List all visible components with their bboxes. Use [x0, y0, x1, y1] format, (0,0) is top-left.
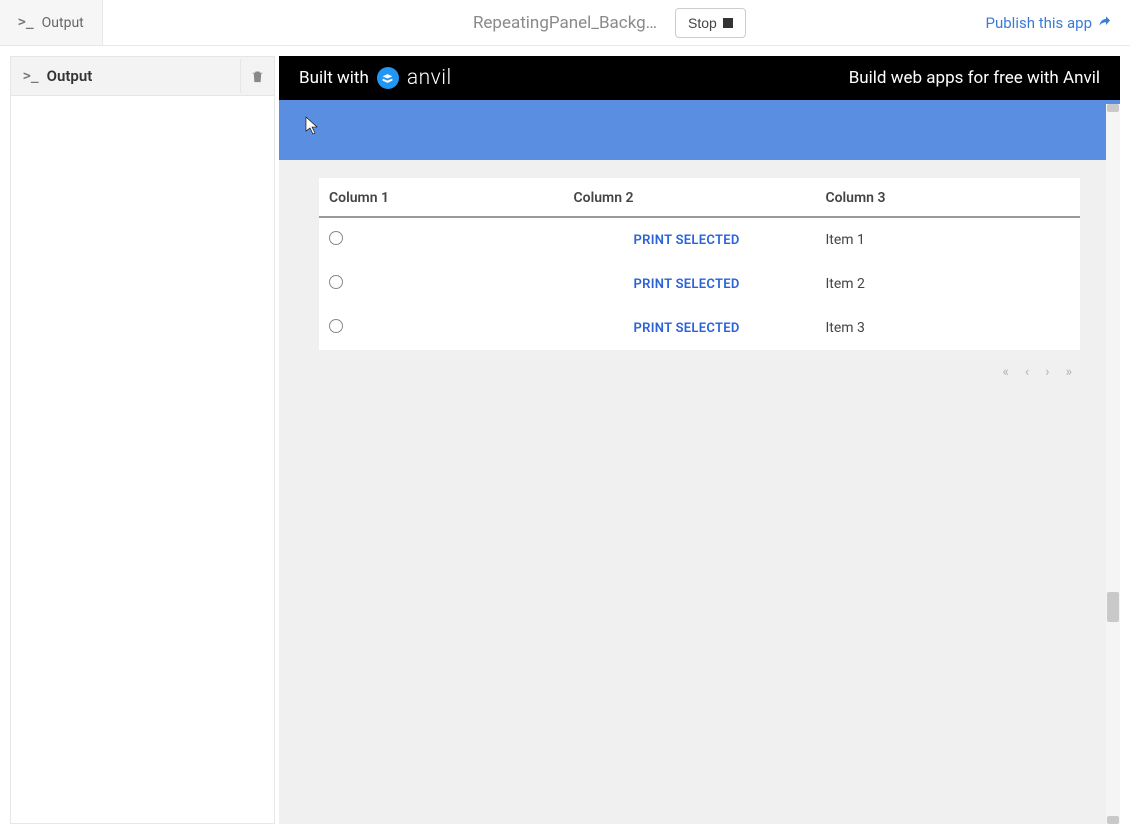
column-header-3: Column 3: [825, 190, 1070, 206]
row-item-label: Item 2: [825, 276, 1070, 292]
main-area: >_ Output Built with anvil Build web app…: [0, 46, 1130, 834]
terminal-icon: >_: [23, 69, 39, 84]
print-selected-button[interactable]: PRINT SELECTED: [634, 321, 740, 336]
table-area: Column 1 Column 2 Column 3 PRINT SELECTE…: [279, 160, 1120, 404]
table-row: PRINT SELECTED Item 1: [319, 218, 1080, 262]
app-title: RepeatingPanel_Backg…: [473, 13, 657, 33]
data-table: Column 1 Column 2 Column 3 PRINT SELECTE…: [319, 178, 1080, 350]
print-selected-button[interactable]: PRINT SELECTED: [634, 277, 740, 292]
anvil-tagline: Build web apps for free with Anvil: [849, 68, 1100, 88]
table-row: PRINT SELECTED Item 3: [319, 306, 1080, 350]
row-radio[interactable]: [329, 319, 343, 333]
output-header: >_ Output: [11, 57, 274, 96]
anvil-wordmark: anvil: [407, 66, 452, 90]
column-header-2: Column 2: [574, 190, 826, 206]
publish-link[interactable]: Publish this app: [986, 14, 1114, 32]
row-radio[interactable]: [329, 231, 343, 245]
row-radio[interactable]: [329, 275, 343, 289]
page-next-icon[interactable]: ›: [1045, 364, 1049, 380]
stop-label: Stop: [688, 15, 717, 31]
table-header: Column 1 Column 2 Column 3: [319, 178, 1080, 218]
anvil-banner: Built with anvil Build web apps for free…: [279, 56, 1120, 100]
row-item-label: Item 1: [825, 232, 1070, 248]
pagination: « ‹ › »: [319, 350, 1080, 386]
cursor-icon: [305, 116, 321, 136]
scroll-down-icon[interactable]: [1107, 816, 1119, 824]
anvil-brand[interactable]: Built with anvil: [299, 66, 452, 90]
scrollbar-thumb[interactable]: [1107, 592, 1119, 622]
terminal-icon: >_: [18, 15, 34, 30]
anvil-logo-icon: [377, 67, 399, 89]
table-row: PRINT SELECTED Item 2: [319, 262, 1080, 306]
page-last-icon[interactable]: »: [1065, 364, 1072, 380]
tab-label: Output: [42, 15, 84, 31]
output-panel: >_ Output: [10, 56, 275, 824]
page-first-icon[interactable]: «: [1002, 364, 1009, 380]
column-header-1: Column 1: [329, 190, 574, 206]
output-content: [11, 96, 274, 823]
built-with-label: Built with: [299, 68, 369, 88]
share-icon: [1098, 15, 1114, 31]
row-item-label: Item 3: [825, 320, 1070, 336]
page-prev-icon[interactable]: ‹: [1025, 364, 1029, 380]
app-header-bar: [279, 100, 1120, 160]
scroll-up-icon[interactable]: [1107, 104, 1119, 112]
app-preview: Built with anvil Build web apps for free…: [279, 56, 1120, 824]
output-title: Output: [47, 67, 232, 85]
print-selected-button[interactable]: PRINT SELECTED: [634, 233, 740, 248]
output-tab[interactable]: >_ Output: [0, 0, 103, 45]
scrollbar-track[interactable]: [1106, 104, 1120, 824]
stop-button[interactable]: Stop: [675, 8, 746, 38]
publish-label: Publish this app: [986, 14, 1092, 32]
trash-icon: [250, 69, 265, 84]
tab-bar: >_ Output RepeatingPanel_Backg… Stop Pub…: [0, 0, 1130, 46]
stop-icon: [723, 18, 733, 28]
clear-output-button[interactable]: [240, 59, 274, 93]
